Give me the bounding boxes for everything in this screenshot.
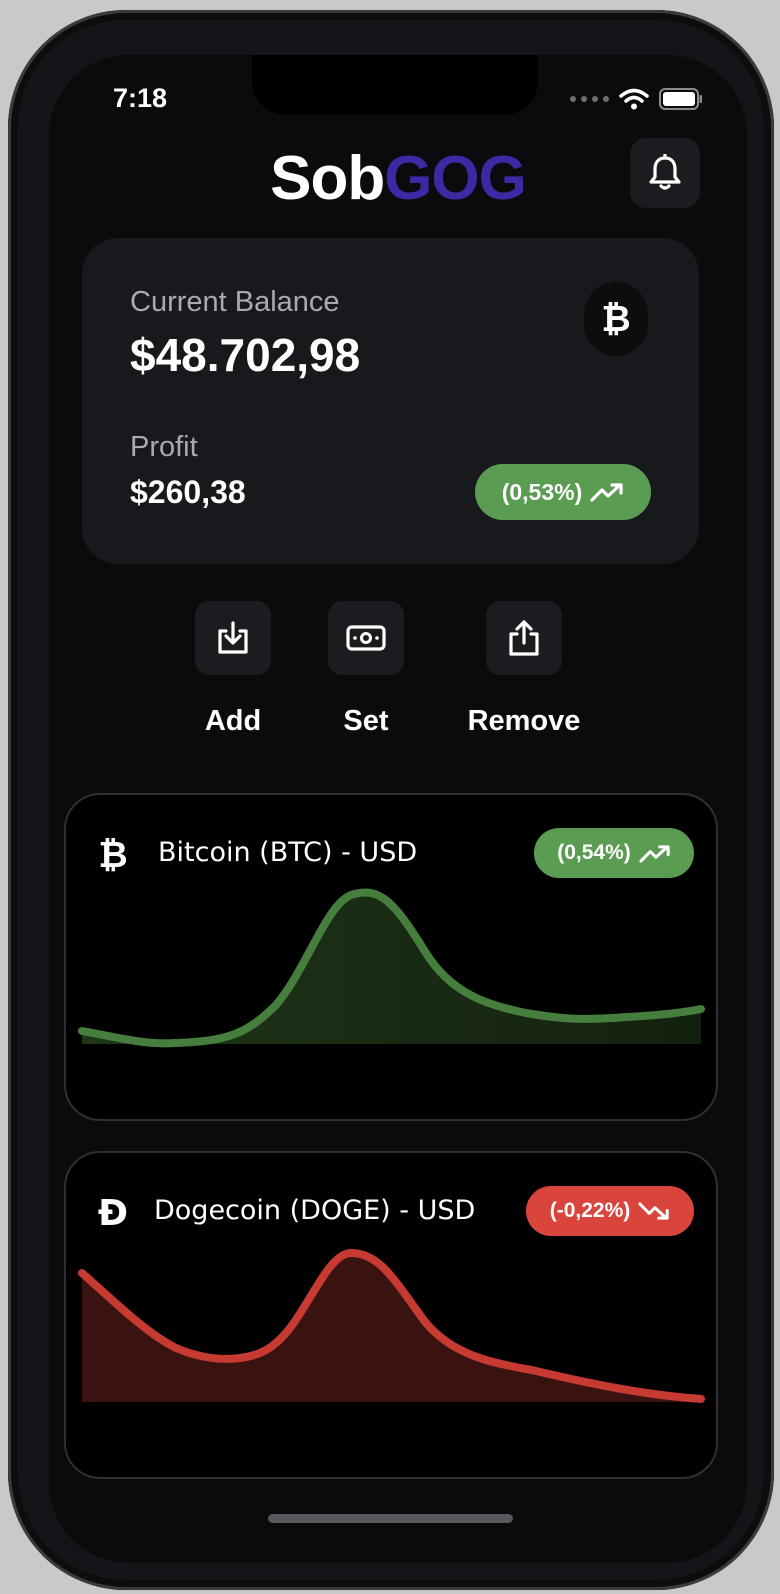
share-icon bbox=[509, 620, 539, 656]
logo-part-gog: GOG bbox=[384, 144, 527, 213]
profit-change-text: (0,53%) bbox=[501, 478, 583, 505]
home-indicator[interactable] bbox=[268, 1514, 513, 1523]
dogecoin-change-text: (-0,22%) bbox=[549, 1199, 631, 1222]
notifications-button[interactable] bbox=[630, 138, 700, 208]
dogecoin-change-badge: (-0,22%) bbox=[526, 1186, 694, 1236]
profit-value: $260,38 bbox=[130, 474, 246, 510]
bell-icon bbox=[649, 154, 681, 190]
wifi-icon bbox=[619, 88, 649, 110]
remove-label[interactable]: Remove bbox=[424, 705, 624, 738]
trending-up-icon bbox=[590, 483, 623, 502]
dogecoin-icon: Đ bbox=[97, 1192, 129, 1234]
bitcoin-name: Bitcoin (BTC) - USD bbox=[158, 837, 418, 868]
profit-change-badge: (0,53%) bbox=[475, 464, 651, 520]
bitcoin-icon: ₿ bbox=[584, 282, 648, 356]
status-icons bbox=[570, 88, 703, 110]
bitcoin-card[interactable]: ₿ Bitcoin (BTC) - USD (0,54%) bbox=[64, 793, 718, 1121]
dogecoin-name: Dogecoin (DOGE) - USD bbox=[154, 1195, 476, 1226]
remove-button[interactable] bbox=[486, 601, 562, 675]
app-screen: 7:18 SobGOG Current Balance $48.702,98 ₿… bbox=[49, 55, 747, 1563]
money-icon bbox=[346, 625, 386, 651]
dogecoin-card[interactable]: Đ Dogecoin (DOGE) - USD (-0,22%) bbox=[64, 1151, 718, 1479]
balance-card: Current Balance $48.702,98 ₿ Profit $260… bbox=[82, 238, 699, 564]
set-button[interactable] bbox=[328, 601, 404, 675]
current-balance-value: $48.702,98 bbox=[130, 329, 361, 381]
notch bbox=[252, 55, 538, 115]
trending-up-icon bbox=[639, 844, 670, 863]
add-button[interactable] bbox=[195, 601, 271, 675]
signal-icon bbox=[570, 96, 609, 102]
trending-down-icon bbox=[638, 1201, 669, 1220]
bitcoin-change-badge: (0,54%) bbox=[534, 828, 694, 878]
status-time: 7:18 bbox=[113, 83, 168, 113]
logo-part-sob: Sob bbox=[270, 144, 385, 213]
bitcoin-change-text: (0,54%) bbox=[557, 841, 631, 864]
bitcoin-icon: ₿ bbox=[98, 835, 128, 876]
profit-label: Profit bbox=[130, 431, 198, 463]
download-icon bbox=[218, 621, 248, 654]
battery-icon bbox=[659, 88, 702, 110]
phone-frame: 7:18 SobGOG Current Balance $48.702,98 ₿… bbox=[8, 10, 774, 1590]
current-balance-label: Current Balance bbox=[130, 286, 340, 318]
